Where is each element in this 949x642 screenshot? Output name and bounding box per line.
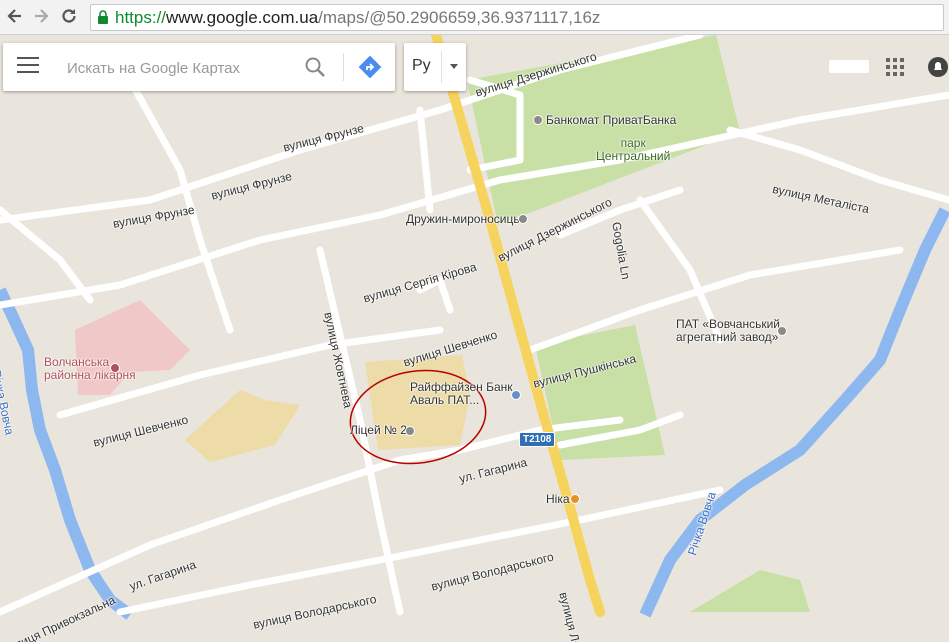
- browser-toolbar: https://www.google.com.ua/maps/@50.29066…: [0, 0, 949, 35]
- reload-button[interactable]: [58, 5, 80, 27]
- address-bar[interactable]: https://www.google.com.ua/maps/@50.29066…: [90, 4, 944, 31]
- forward-button[interactable]: [30, 5, 52, 27]
- url-host: www.google.com.ua: [166, 8, 319, 27]
- url-text: https://www.google.com.ua/maps/@50.29066…: [115, 8, 600, 28]
- search-box: [3, 43, 395, 91]
- place-label-bank[interactable]: Райффайзен Банк Аваль ПАТ...: [410, 381, 513, 407]
- search-icon[interactable]: [303, 55, 327, 79]
- url-path: /maps/@50.2906659,36.9371117,16z: [318, 8, 601, 27]
- forward-arrow-icon: [35, 9, 49, 23]
- place-label-cafe[interactable]: Ніка: [546, 493, 570, 506]
- url-scheme: https://: [115, 8, 167, 27]
- cafe-icon[interactable]: [570, 494, 580, 504]
- church-icon[interactable]: [518, 214, 528, 224]
- hamburger-icon-line: [17, 71, 39, 73]
- menu-button[interactable]: [17, 57, 39, 77]
- hamburger-icon-line: [17, 64, 39, 66]
- factory-icon[interactable]: [777, 326, 787, 336]
- divider: [441, 51, 442, 83]
- road-shield: Т2108: [519, 432, 556, 447]
- place-label-atm[interactable]: Банкомат ПриватБанка: [546, 114, 676, 127]
- back-button[interactable]: [4, 5, 26, 27]
- place-label-factory[interactable]: ПАТ «Вовчанський агрегатний завод»: [676, 318, 780, 344]
- school-area: [185, 390, 300, 462]
- directions-icon[interactable]: [358, 55, 382, 79]
- apps-grid-icon[interactable]: [886, 58, 904, 76]
- language-selector[interactable]: Ру: [404, 43, 466, 91]
- map-canvas[interactable]: вулиця Дзержинського вулиця Фрунзе вулиц…: [0, 35, 949, 642]
- hamburger-icon-line: [17, 57, 39, 59]
- hospital-icon[interactable]: [110, 363, 120, 373]
- sign-in-button[interactable]: [829, 60, 869, 73]
- language-label: Ру: [412, 57, 431, 74]
- place-label-park[interactable]: парк Центральний: [596, 137, 670, 163]
- school-icon[interactable]: [405, 426, 415, 436]
- atm-icon[interactable]: [533, 115, 543, 125]
- notification-bell-icon[interactable]: [928, 56, 948, 78]
- back-arrow-icon: [7, 9, 21, 23]
- divider: [343, 53, 344, 81]
- chevron-down-icon[interactable]: [450, 64, 458, 69]
- place-label-lyceum[interactable]: Ліцей № 2: [350, 424, 407, 437]
- place-label-hospital[interactable]: Волчанська районна лікарня: [44, 356, 136, 382]
- place-label-church[interactable]: Дружин-мироносиць: [406, 213, 520, 226]
- park-area: [690, 570, 810, 612]
- search-input[interactable]: [65, 56, 299, 80]
- reload-icon: [62, 9, 76, 23]
- lock-icon: [98, 10, 108, 24]
- bank-icon[interactable]: [511, 390, 521, 400]
